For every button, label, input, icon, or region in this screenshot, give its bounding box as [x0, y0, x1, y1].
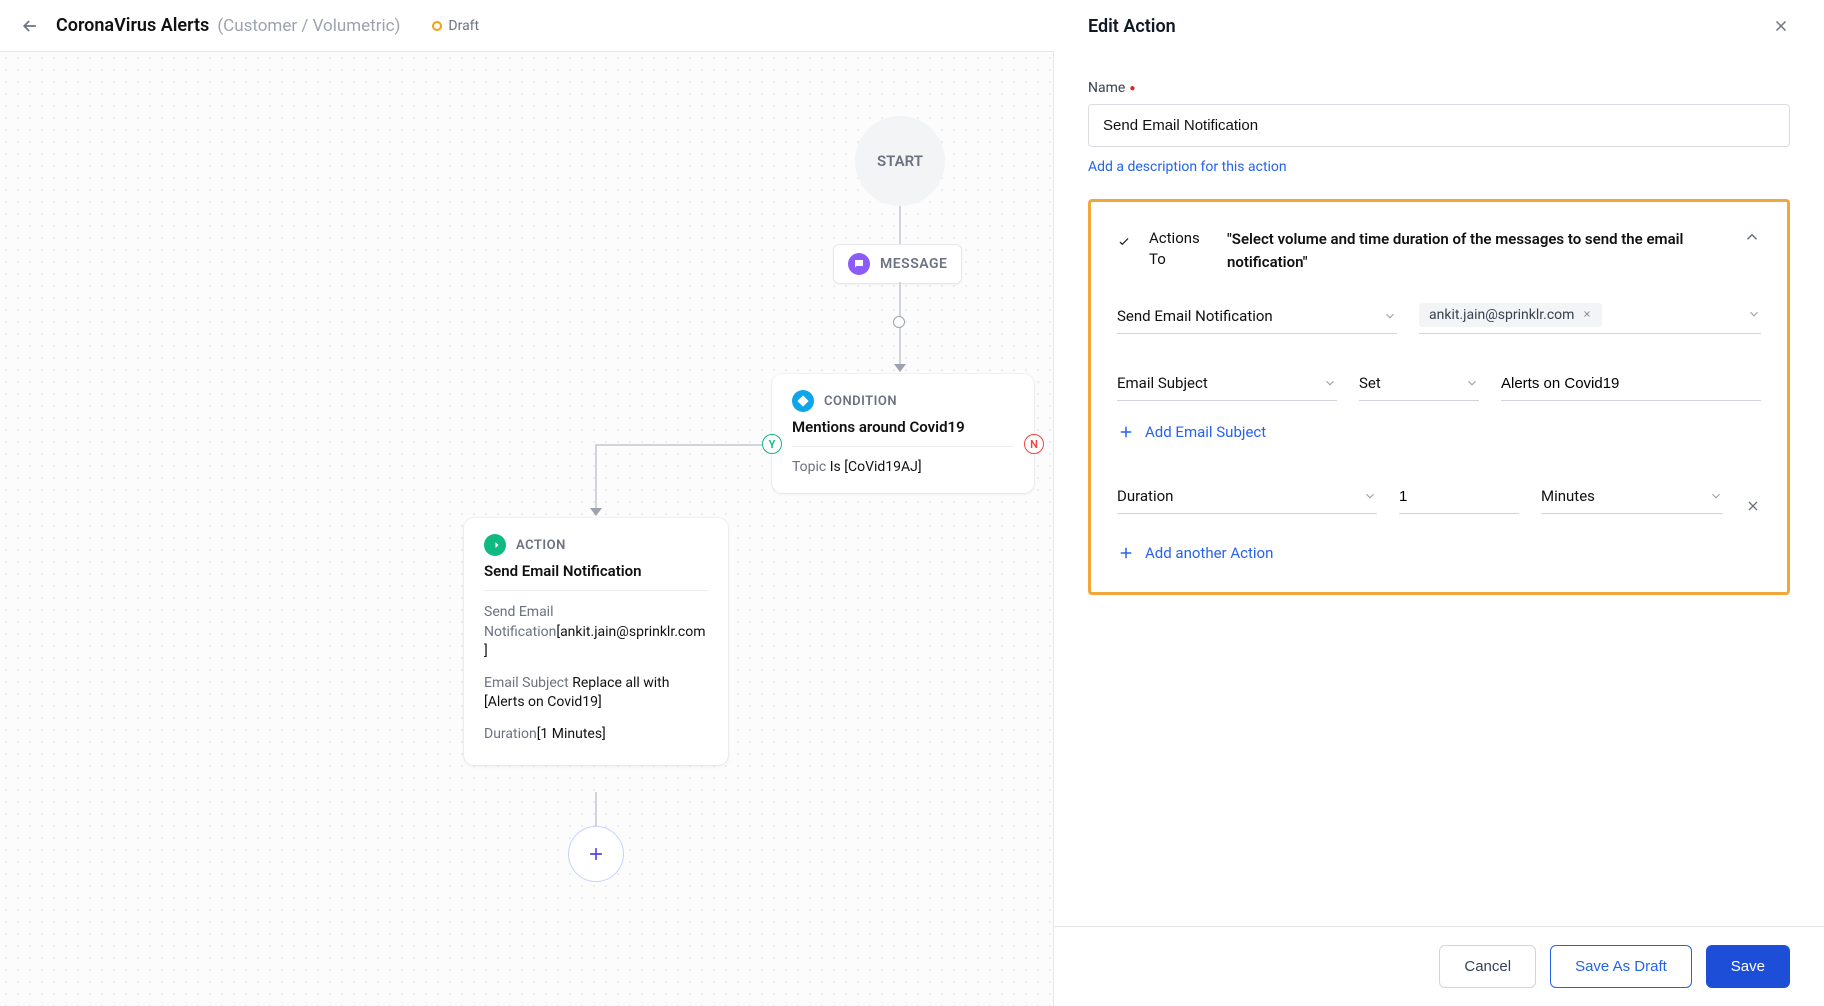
- arrow-down-icon: [590, 508, 602, 516]
- page-title: CoronaVirus Alerts (Customer / Volumetri…: [56, 15, 400, 36]
- start-label: START: [877, 152, 923, 170]
- back-arrow-icon[interactable]: [20, 16, 40, 36]
- chevron-down-icon: [1709, 489, 1723, 503]
- name-input[interactable]: [1088, 104, 1790, 147]
- remove-row-icon[interactable]: [1745, 498, 1761, 514]
- panel-header: Edit Action: [1054, 0, 1824, 52]
- condition-node[interactable]: CONDITION Mentions around Covid19 Topic …: [772, 374, 1034, 493]
- arrow-down-icon: [894, 364, 906, 372]
- action-tag: ACTION: [516, 538, 566, 553]
- start-node[interactable]: START: [855, 116, 945, 206]
- app-header: CoronaVirus Alerts (Customer / Volumetri…: [0, 0, 1824, 52]
- add-node-button[interactable]: [568, 826, 624, 882]
- chevron-down-icon: [1465, 376, 1479, 390]
- email-subject-op-select[interactable]: Set: [1359, 368, 1479, 401]
- connector-line: [595, 444, 597, 508]
- chip-remove-icon[interactable]: [1582, 307, 1592, 323]
- action-line-3: Duration[1 Minutes]: [484, 725, 708, 745]
- email-subject-value-input[interactable]: [1501, 369, 1761, 401]
- yes-badge[interactable]: Y: [762, 434, 782, 454]
- condition-detail: Topic Is [CoVid19AJ]: [792, 459, 1014, 475]
- chevron-down-icon: [1363, 489, 1377, 503]
- action-type-select[interactable]: Send Email Notification: [1117, 301, 1397, 334]
- condition-field-value: Is [CoVid19AJ]: [830, 459, 922, 475]
- cancel-button[interactable]: Cancel: [1439, 945, 1536, 988]
- action-line-1: Send Email Notification[ankit.jain@sprin…: [484, 603, 708, 662]
- recipients-field[interactable]: ankit.jain@sprinklr.com: [1419, 303, 1761, 334]
- connector-line: [595, 792, 597, 826]
- plus-icon: [1117, 544, 1135, 562]
- check-icon: [1117, 234, 1131, 248]
- name-label: Name ●: [1088, 80, 1790, 96]
- close-icon[interactable]: [1772, 17, 1790, 35]
- chevron-down-icon: [1383, 309, 1397, 323]
- condition-field-label: Topic: [792, 459, 826, 475]
- message-icon: [848, 253, 870, 275]
- connector-dot-icon: [893, 316, 905, 328]
- action-config-section: Actions To "Select volume and time durat…: [1088, 199, 1790, 595]
- action-title: Send Email Notification: [484, 562, 708, 580]
- connector-line: [899, 206, 901, 244]
- message-node[interactable]: MESSAGE: [833, 244, 962, 284]
- chevron-down-icon: [1747, 306, 1761, 325]
- save-button[interactable]: Save: [1706, 945, 1790, 988]
- duration-unit-select[interactable]: Minutes: [1541, 481, 1723, 514]
- action-node[interactable]: ACTION Send Email Notification Send Emai…: [464, 518, 728, 765]
- chevron-down-icon: [1323, 376, 1337, 390]
- recipient-chip: ankit.jain@sprinklr.com: [1419, 303, 1602, 327]
- chevron-up-icon[interactable]: [1743, 228, 1761, 246]
- no-badge[interactable]: N: [1024, 434, 1044, 454]
- save-as-draft-button[interactable]: Save As Draft: [1550, 945, 1692, 988]
- status-badge: Draft: [432, 18, 479, 34]
- status-text: Draft: [448, 18, 479, 34]
- add-description-link[interactable]: Add a description for this action: [1088, 159, 1287, 175]
- edit-panel: Name ● Add a description for this action…: [1054, 52, 1824, 1006]
- action-icon: [484, 534, 506, 556]
- duration-field-select[interactable]: Duration: [1117, 481, 1377, 514]
- page-subtitle: (Customer / Volumetric): [217, 16, 400, 36]
- panel-footer: Cancel Save As Draft Save: [1054, 926, 1824, 1006]
- panel-title: Edit Action: [1088, 16, 1176, 37]
- plus-icon: [1117, 423, 1135, 441]
- condition-icon: [792, 390, 814, 412]
- message-label: MESSAGE: [880, 256, 947, 272]
- add-another-action-link[interactable]: Add another Action: [1117, 544, 1761, 562]
- status-dot-icon: [432, 21, 442, 31]
- action-line-2: Email Subject Replace all with [Alerts o…: [484, 674, 708, 713]
- add-email-subject-link[interactable]: Add Email Subject: [1117, 423, 1761, 441]
- condition-title: Mentions around Covid19: [792, 418, 1014, 436]
- actions-to-description: "Select volume and time duration of the …: [1227, 228, 1725, 273]
- email-subject-field-select[interactable]: Email Subject: [1117, 368, 1337, 401]
- condition-tag: CONDITION: [824, 394, 897, 409]
- duration-value-input[interactable]: [1399, 482, 1519, 514]
- actions-to-label-2: To: [1149, 250, 1166, 268]
- actions-to-label-1: Actions: [1149, 229, 1200, 247]
- connector-line: [596, 444, 762, 446]
- required-star-icon: ●: [1129, 83, 1135, 94]
- page-title-text: CoronaVirus Alerts: [56, 15, 209, 36]
- flow-canvas[interactable]: START MESSAGE CONDITION Menti: [0, 52, 1054, 1006]
